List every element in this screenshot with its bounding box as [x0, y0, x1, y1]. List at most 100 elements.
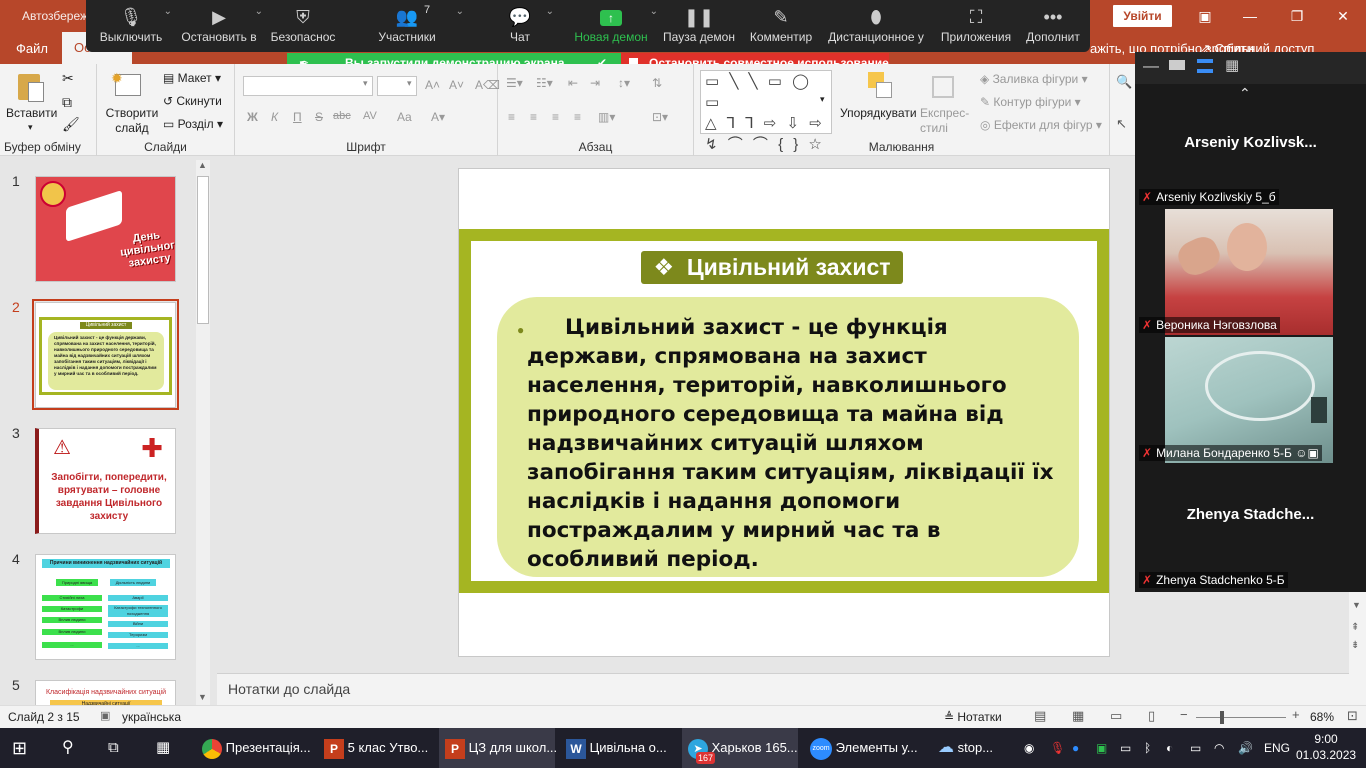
thumbnail-view-icon[interactable]	[1169, 60, 1185, 70]
align-left-icon[interactable]: ≡	[508, 110, 515, 124]
zoom-level[interactable]: 68%	[1310, 710, 1334, 724]
decrease-font-icon[interactable]: A˅	[449, 78, 464, 92]
taskbar-app-powerpoint-2[interactable]: P ЦЗ для школ...	[439, 728, 557, 768]
start-windows-icon[interactable]: ⊞	[12, 728, 36, 768]
apps-button[interactable]: ⛶ Приложения	[938, 0, 1014, 52]
numbering-icon[interactable]: ☷▾	[536, 76, 553, 90]
minimize-gallery-icon[interactable]: —	[1143, 58, 1159, 76]
change-case-button[interactable]: Aa	[397, 110, 412, 124]
tray-monitor-icon[interactable]: ▭	[1120, 728, 1131, 768]
notes-toggle-button[interactable]: ≜ Нотатки	[944, 710, 1002, 724]
slide-thumbnail-4[interactable]: Причини виникнення надзвичайних ситуацій…	[35, 554, 176, 660]
cut-icon[interactable]: ✂	[62, 70, 74, 87]
strikethrough-button[interactable]: abc	[333, 110, 351, 122]
taskbar-app-zoom[interactable]: zoom Элементы у...	[804, 728, 920, 768]
normal-view-icon[interactable]: ▤	[1034, 708, 1046, 724]
shadow-button[interactable]: S	[315, 110, 323, 124]
format-painter-icon[interactable]: 🖌	[62, 116, 80, 133]
taskbar-app-telegram[interactable]: ➤ Харьков 165... 167	[682, 728, 798, 768]
slide-thumbnail-3[interactable]: ⚠ ✚ Запобігти, попередити, врятувати – г…	[35, 428, 176, 534]
annotate-button[interactable]: ✎ Комментир	[748, 0, 814, 52]
reset-button[interactable]: ↺ Скинути	[163, 94, 222, 108]
shape-effects-button[interactable]: ◎ Ефекти для фігур ▾	[980, 118, 1102, 132]
battery-icon[interactable]: ▭	[1190, 728, 1201, 768]
font-color-icon[interactable]: A▾	[431, 110, 445, 124]
participant-tile-1[interactable]: Arseniy Kozlivsk... ✗ Arseniy Kozlivskiy …	[1135, 102, 1366, 206]
tray-mic-icon[interactable]: 🎙	[1050, 728, 1065, 768]
minimize-icon[interactable]: —	[1240, 6, 1260, 26]
sign-in-button[interactable]: Увійти	[1113, 5, 1172, 27]
new-share-button[interactable]: ↑ Новая демон ⌄	[572, 0, 658, 52]
arrange-icon[interactable]	[864, 70, 896, 102]
slide-sorter-icon[interactable]: ▦	[1072, 708, 1084, 724]
participant-tile-2[interactable]: ✗ Вероника Нэговзлова	[1135, 209, 1366, 335]
previous-slide-icon[interactable]: ⇞	[1351, 622, 1359, 633]
notes-pane[interactable]: Нотатки до слайда	[217, 673, 1352, 705]
participant-tile-4[interactable]: Zhenya Stadche... ✗ Zhenya Stadchenko 5-Б	[1135, 466, 1366, 592]
align-text-icon[interactable]: ⊡▾	[652, 110, 668, 124]
quick-styles-icon[interactable]	[926, 70, 958, 102]
chevron-down-icon[interactable]: ⌄	[255, 6, 263, 17]
select-icon[interactable]: ↖	[1116, 116, 1127, 132]
section-button[interactable]: ▭ Розділ ▾	[163, 117, 223, 131]
participants-button[interactable]: 👥 Участники 7 ⌄	[376, 0, 464, 52]
tray-app-icon[interactable]: ◉	[1024, 728, 1034, 768]
shapes-gallery[interactable]: ▭ ╲ ╲ ▭ ◯ ▭ △ ⅂ ⅂ ⇨ ⇩ ⇨ ↯ ⌒ ⌒ { } ☆	[700, 70, 832, 153]
chevron-down-icon[interactable]: ▾	[363, 78, 368, 89]
increase-indent-icon[interactable]: ⇥	[590, 76, 600, 90]
arrange-button[interactable]: Упорядкувати	[840, 106, 917, 120]
chevron-down-icon[interactable]: ⌄	[456, 6, 464, 17]
new-slide-button[interactable]: Створити слайд	[103, 106, 161, 136]
zoom-in-icon[interactable]: +	[1292, 707, 1300, 722]
task-view-icon[interactable]: ⧉	[108, 728, 132, 768]
clear-format-icon[interactable]: A⌫	[475, 78, 500, 92]
scroll-down-icon[interactable]: ▼	[198, 692, 207, 702]
scrollbar-thumb[interactable]	[197, 176, 209, 324]
tab-file[interactable]: Файл	[16, 41, 48, 56]
char-spacing-button[interactable]: AV	[363, 110, 377, 122]
ribbon-display-icon[interactable]: ▣	[1195, 6, 1215, 26]
stop-video-button[interactable]: ▶ Остановить в ⌄	[181, 0, 263, 52]
zoom-slider-thumb[interactable]	[1220, 711, 1224, 724]
chevron-down-icon[interactable]: ⌄	[546, 6, 554, 17]
speaker-view-icon[interactable]	[1197, 59, 1213, 73]
slide-thumbnail-1[interactable]: День цивільного захисту	[35, 176, 176, 282]
bold-button[interactable]: Ж	[247, 110, 258, 124]
participant-tile-3[interactable]: ✗ Милана Бондаренко 5-Б ☺▣	[1135, 337, 1366, 463]
tray-app-icon[interactable]: ◐	[1166, 728, 1173, 768]
paste-icon[interactable]	[16, 70, 48, 102]
close-icon[interactable]: ✕	[1333, 6, 1353, 26]
restore-icon[interactable]: ❐	[1287, 6, 1307, 26]
tray-zoom-icon[interactable]: ●	[1072, 728, 1079, 768]
taskbar-app-powerpoint-1[interactable]: P 5 клас Утво...	[318, 728, 434, 768]
volume-icon[interactable]: 🔊	[1238, 728, 1253, 768]
scroll-down-icon[interactable]: ▼	[1352, 600, 1361, 610]
taskbar-weather[interactable]: ☁ stop...	[934, 728, 1014, 768]
text-direction-icon[interactable]: ⇅	[652, 76, 662, 90]
underline-button[interactable]: П	[293, 110, 302, 124]
align-right-icon[interactable]: ≡	[552, 110, 559, 124]
chevron-down-icon[interactable]: ▾	[820, 94, 825, 105]
copy-icon[interactable]: ⧉	[62, 94, 72, 111]
mute-button[interactable]: 🎙 Выключить ⌄	[98, 0, 172, 52]
thumbnail-scrollbar[interactable]: ▲ ▼	[196, 160, 210, 705]
chevron-up-icon[interactable]: ⌃	[1239, 85, 1251, 102]
scroll-up-icon[interactable]: ▲	[198, 160, 207, 170]
spellcheck-icon[interactable]: ▣	[100, 709, 110, 722]
font-family-select[interactable]	[243, 76, 373, 96]
security-button[interactable]: ⛨ Безопаснос	[269, 0, 337, 52]
next-slide-icon[interactable]: ⇟	[1351, 640, 1359, 651]
bullets-icon[interactable]: ☰▾	[506, 76, 523, 90]
shape-outline-button[interactable]: ✎ Контур фігури ▾	[980, 95, 1081, 109]
gallery-view-icon[interactable]: ▦	[1225, 56, 1239, 74]
zoom-slider[interactable]	[1196, 717, 1286, 718]
chevron-down-icon[interactable]: ⌄	[164, 6, 172, 17]
current-slide[interactable]: ❖ Цивільний захист ● Цивільний захист - …	[458, 168, 1110, 657]
layout-button[interactable]: ▤ Макет ▾	[163, 71, 221, 85]
chevron-down-icon[interactable]: ▾	[407, 78, 412, 89]
clock[interactable]: 9:00 01.03.2023	[1296, 728, 1356, 768]
more-button[interactable]: ••• Дополнит	[1022, 0, 1084, 52]
taskbar-app-chrome[interactable]: Презентація...	[196, 728, 312, 768]
line-spacing-icon[interactable]: ↕▾	[618, 76, 630, 90]
wifi-icon[interactable]: ◠	[1214, 728, 1224, 768]
